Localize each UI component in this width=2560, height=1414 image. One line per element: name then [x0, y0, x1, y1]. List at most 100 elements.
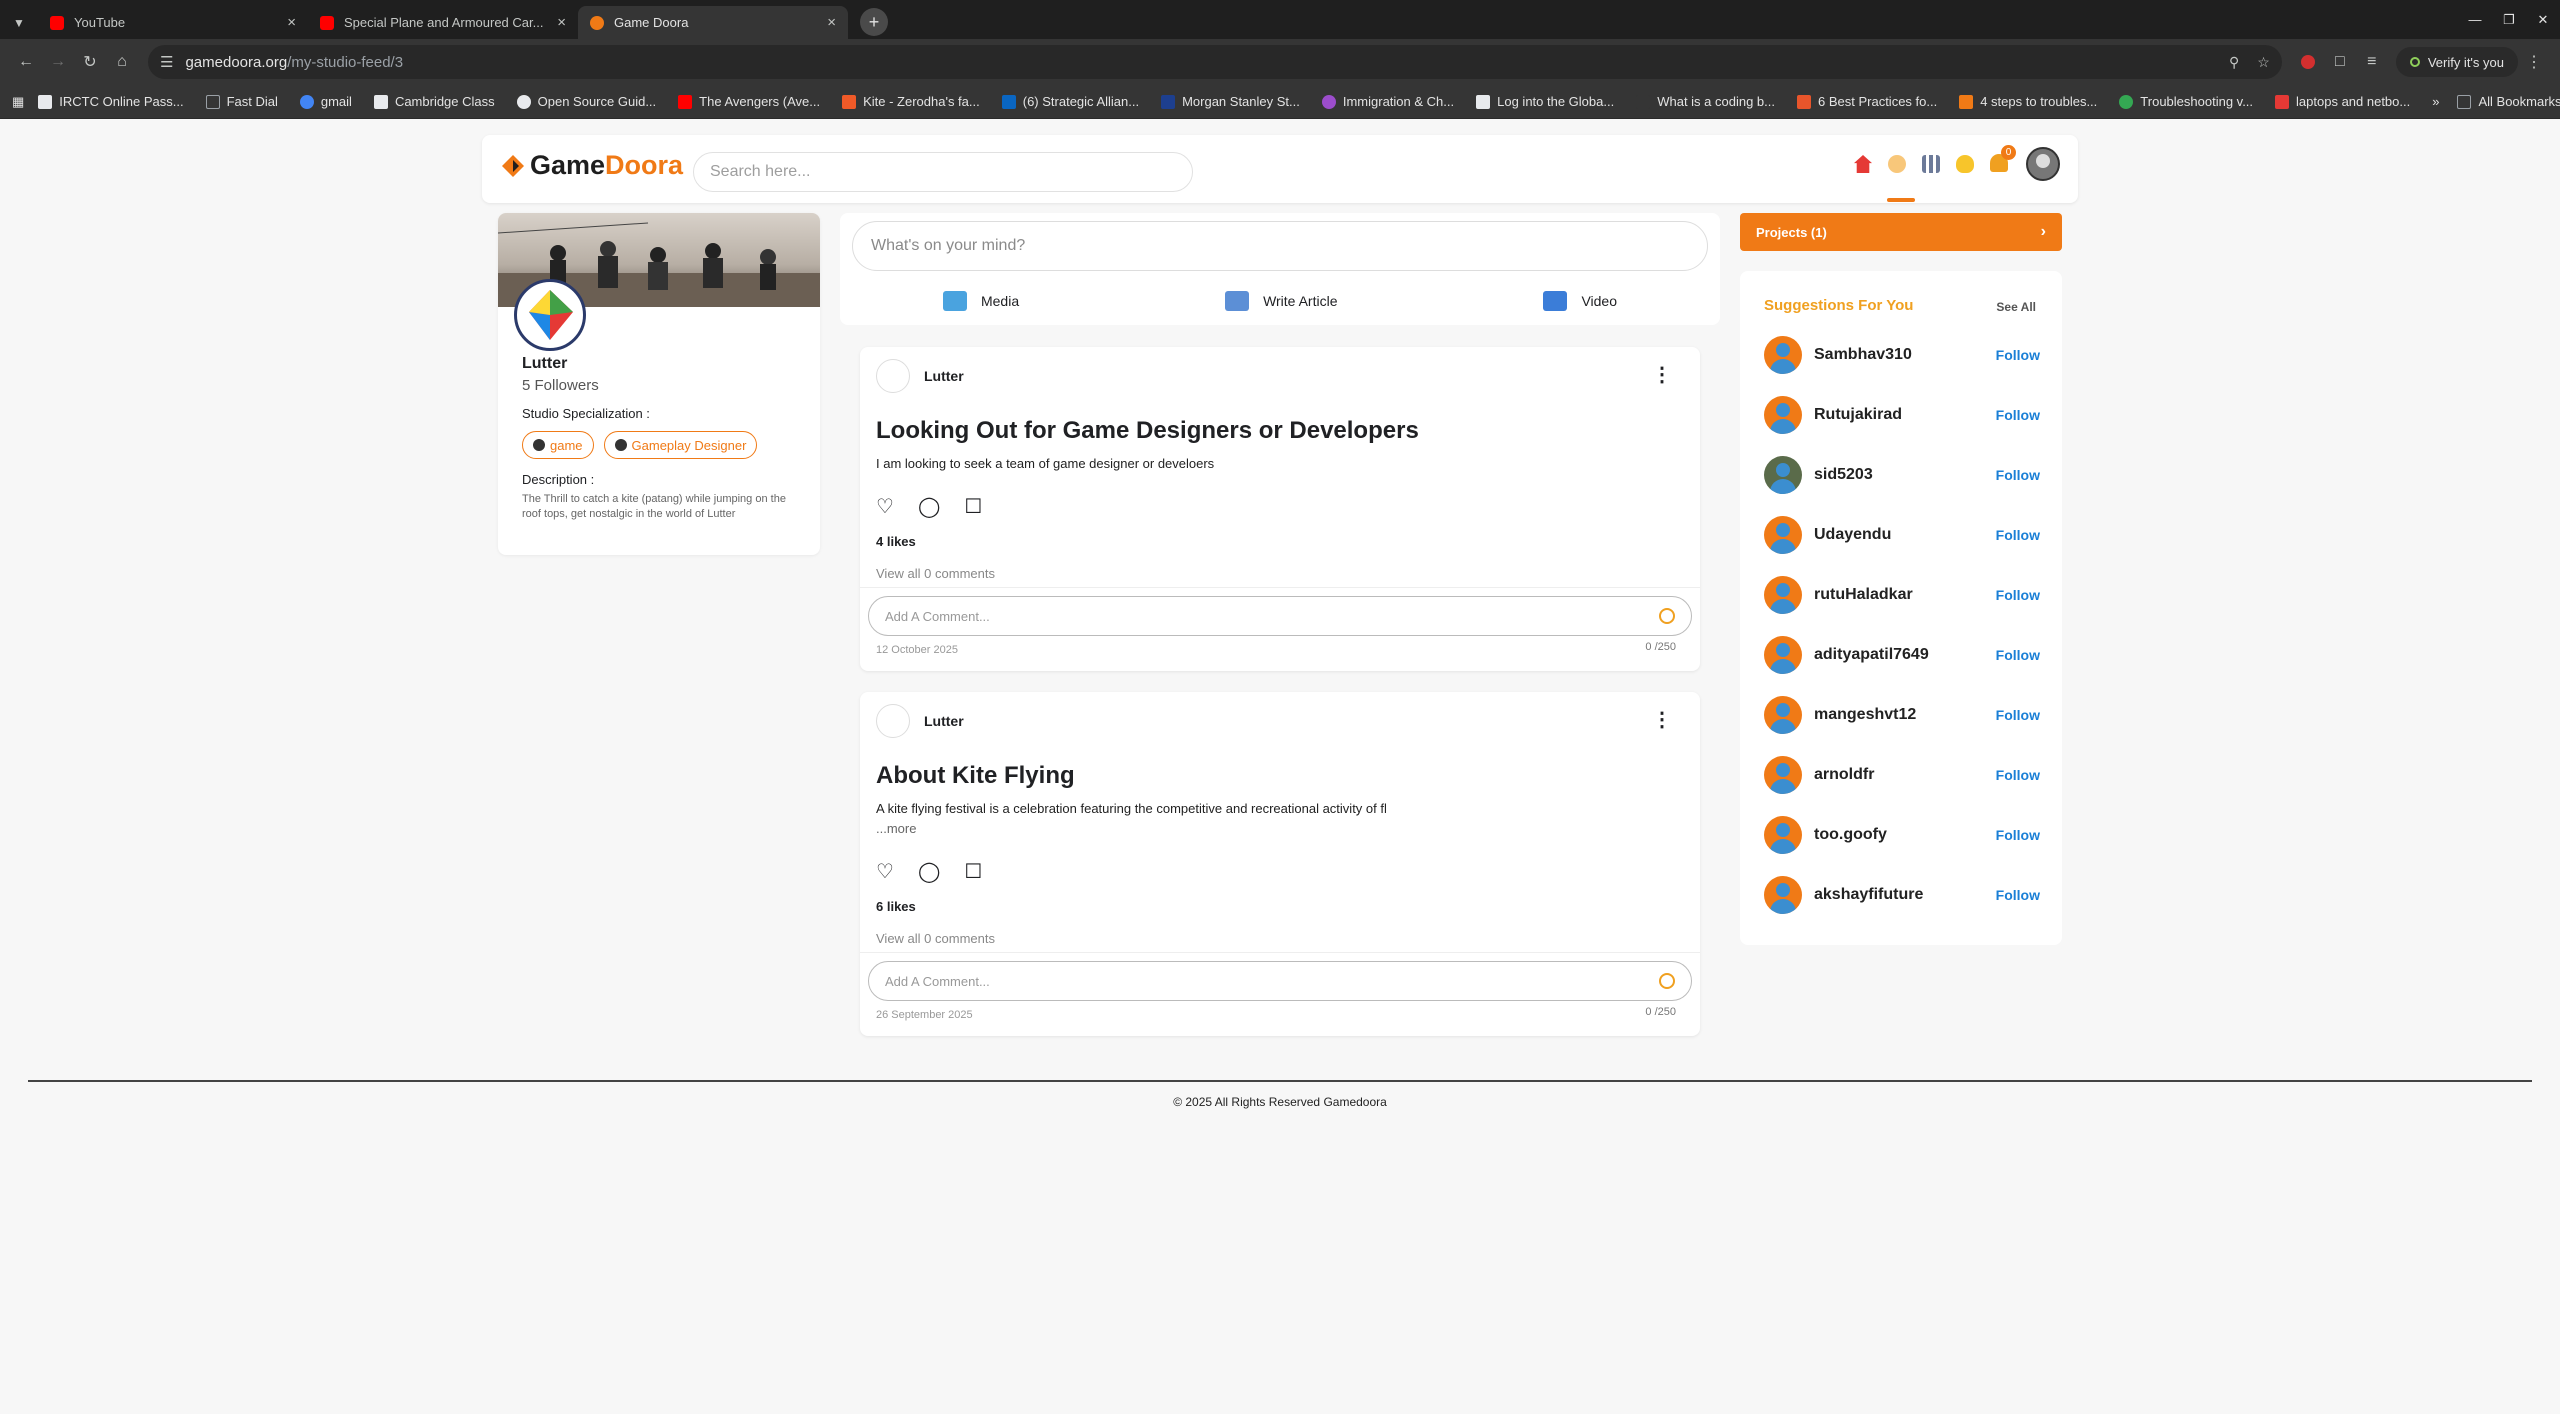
media-button[interactable]: Media [942, 291, 1019, 311]
bookmark-item[interactable]: What is a coding b... [1636, 94, 1775, 109]
bookmark-icon[interactable]: ☐ [964, 859, 982, 884]
forward-icon[interactable]: → [42, 46, 74, 78]
site-info-icon[interactable]: ☰ [160, 53, 173, 71]
restore-icon[interactable]: ❐ [2492, 0, 2526, 39]
bookmark-item[interactable]: (6) Strategic Allian... [1001, 94, 1139, 109]
likes-count[interactable]: 6 likes [876, 899, 916, 914]
close-icon[interactable]: × [557, 14, 566, 31]
bookmark-item[interactable]: laptops and netbo... [2275, 94, 2410, 109]
suggested-username[interactable]: arnoldfr [1814, 766, 1874, 784]
media-control-icon[interactable]: ≡ [2356, 46, 2388, 78]
user-avatar[interactable] [1764, 456, 1802, 494]
view-comments-link[interactable]: View all 0 comments [876, 931, 995, 946]
minimize-icon[interactable]: — [2458, 0, 2492, 39]
follow-button[interactable]: Follow [1996, 407, 2040, 423]
comment-icon[interactable]: ◯ [918, 494, 940, 519]
emoji-icon[interactable] [1659, 608, 1675, 624]
user-avatar[interactable] [1764, 816, 1802, 854]
extension-red-icon[interactable] [2292, 46, 2324, 78]
view-comments-link[interactable]: View all 0 comments [876, 566, 995, 581]
tab-youtube[interactable]: YouTube × [38, 6, 308, 39]
address-bar[interactable]: ☰ gamedoora.org/my-studio-feed/3 ⚲ ☆ [148, 45, 2282, 79]
write-article-button[interactable]: Write Article [1225, 291, 1338, 311]
user-avatar[interactable] [1764, 336, 1802, 374]
follow-button[interactable]: Follow [1996, 587, 2040, 603]
see-all-link[interactable]: See All [1996, 300, 2036, 314]
user-avatar[interactable] [1764, 576, 1802, 614]
user-avatar[interactable] [1764, 396, 1802, 434]
more-bookmarks-icon[interactable]: » [2432, 94, 2439, 109]
home-icon[interactable] [1854, 155, 1872, 173]
back-icon[interactable]: ← [10, 46, 42, 78]
read-more-link[interactable]: ...more [876, 821, 916, 836]
like-heart-icon[interactable]: ♡ [876, 494, 894, 519]
user-avatar[interactable] [2026, 147, 2060, 181]
post-author[interactable]: Lutter [876, 359, 964, 393]
new-tab-button[interactable]: + [860, 8, 888, 36]
suggested-username[interactable]: rutuHaladkar [1814, 586, 1913, 604]
more-options-icon[interactable]: ⋮ [1652, 365, 1672, 385]
user-avatar[interactable] [1764, 876, 1802, 914]
close-icon[interactable]: × [287, 14, 296, 31]
suggested-username[interactable]: Rutujakirad [1814, 406, 1902, 424]
follow-button[interactable]: Follow [1996, 707, 2040, 723]
all-bookmarks-folder[interactable]: All Bookmarks [2457, 94, 2560, 109]
search-input[interactable]: Search here... [693, 152, 1193, 192]
bookmark-icon[interactable]: ☐ [964, 494, 982, 519]
suggested-username[interactable]: Sambhav310 [1814, 346, 1912, 364]
bookmark-item[interactable]: Open Source Guid... [516, 94, 656, 109]
user-avatar[interactable] [1764, 756, 1802, 794]
reload-icon[interactable]: ↻ [74, 46, 106, 78]
follow-button[interactable]: Follow [1996, 347, 2040, 363]
follow-button[interactable]: Follow [1996, 527, 2040, 543]
like-heart-icon[interactable]: ♡ [876, 859, 894, 884]
tab-special-plane[interactable]: Special Plane and Armoured Car... × [308, 6, 578, 39]
bookmark-item[interactable]: Morgan Stanley St... [1161, 94, 1300, 109]
suggested-username[interactable]: adityapatil7649 [1814, 646, 1929, 664]
post-author[interactable]: Lutter [876, 704, 964, 738]
bookmark-star-icon[interactable]: ☆ [2257, 54, 2270, 71]
likes-count[interactable]: 4 likes [876, 534, 916, 549]
apps-icon[interactable]: ▦ [12, 94, 24, 110]
extensions-icon[interactable]: □ [2324, 46, 2356, 78]
user-avatar[interactable] [1764, 636, 1802, 674]
follow-button[interactable]: Follow [1996, 827, 2040, 843]
bookmark-folder[interactable]: Fast Dial [205, 94, 278, 109]
idea-bulb-icon[interactable] [1956, 155, 1974, 173]
emoji-icon[interactable] [1659, 973, 1675, 989]
comment-input[interactable]: Add A Comment... [868, 596, 1692, 636]
bookmark-item[interactable]: Troubleshooting v... [2119, 94, 2253, 109]
followers-count[interactable]: 5 Followers [522, 377, 599, 394]
comment-icon[interactable]: ◯ [918, 859, 940, 884]
follow-button[interactable]: Follow [1996, 887, 2040, 903]
tab-game-doora[interactable]: Game Doora × [578, 6, 848, 39]
home-icon[interactable]: ⌂ [106, 46, 138, 78]
close-window-icon[interactable]: ✕ [2526, 0, 2560, 39]
bookmark-item[interactable]: gmail [299, 94, 352, 109]
projects-grid-icon[interactable] [1922, 155, 1940, 173]
chip-gameplay-designer[interactable]: Gameplay Designer [603, 431, 758, 459]
projects-button[interactable]: Projects (1) › [1740, 213, 2062, 251]
studio-avatar[interactable] [514, 279, 586, 351]
chip-game[interactable]: game [522, 431, 594, 459]
follow-button[interactable]: Follow [1996, 767, 2040, 783]
bookmark-item[interactable]: 4 steps to troubles... [1959, 94, 2097, 109]
bookmark-item[interactable]: Immigration & Ch... [1321, 94, 1454, 109]
close-icon[interactable]: × [827, 14, 836, 31]
user-avatar[interactable] [1764, 516, 1802, 554]
suggested-username[interactable]: sid5203 [1814, 466, 1873, 484]
follow-button[interactable]: Follow [1996, 467, 2040, 483]
user-avatar[interactable] [1764, 696, 1802, 734]
tab-search-icon[interactable]: ▼ [0, 6, 38, 39]
notification-bell-icon[interactable]: 0 [1990, 145, 2016, 174]
follow-button[interactable]: Follow [1996, 647, 2040, 663]
verify-button[interactable]: Verify it's you [2395, 47, 2518, 77]
suggested-username[interactable]: mangeshvt12 [1814, 706, 1916, 724]
bookmark-item[interactable]: Log into the Globa... [1476, 94, 1614, 109]
bookmark-item[interactable]: IRCTC Online Pass... [38, 94, 184, 109]
menu-icon[interactable]: ⋮ [2518, 46, 2550, 78]
gamedoora-logo[interactable]: Game Doora [500, 150, 683, 181]
bookmark-item[interactable]: Cambridge Class [373, 94, 495, 109]
bookmark-item[interactable]: The Avengers (Ave... [678, 94, 820, 109]
suggested-username[interactable]: Udayendu [1814, 526, 1891, 544]
